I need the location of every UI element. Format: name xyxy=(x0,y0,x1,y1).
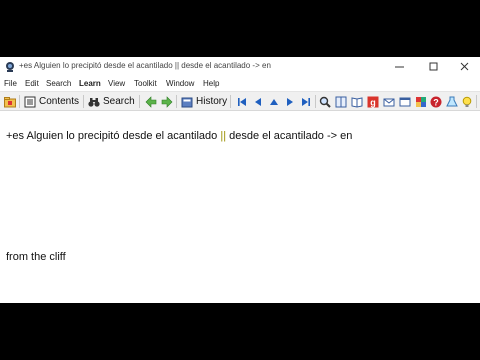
window-title: +es Alguien lo precipitó desde el acanti… xyxy=(19,61,271,70)
window-icon[interactable] xyxy=(399,96,411,108)
app-window: +es Alguien lo precipitó desde el acanti… xyxy=(0,57,480,303)
contents-button[interactable]: Contents xyxy=(24,94,79,109)
back-arrow-icon[interactable] xyxy=(145,96,157,108)
mail-icon[interactable] xyxy=(383,96,395,108)
menu-help[interactable]: Help xyxy=(203,79,219,88)
flask-icon[interactable] xyxy=(446,96,458,108)
menu-file[interactable]: File xyxy=(4,79,17,88)
menu-bar: File Edit Search Learn View Toolkit Wind… xyxy=(0,77,480,91)
app-logo-icon xyxy=(6,62,14,72)
menu-learn[interactable]: Learn xyxy=(79,79,101,88)
source-phrase: desde el acantilado -> en xyxy=(226,130,353,142)
menu-search[interactable]: Search xyxy=(46,79,71,88)
first-page-icon[interactable] xyxy=(236,96,248,108)
contents-label: Contents xyxy=(39,96,80,107)
binoculars-icon xyxy=(88,97,100,107)
maximize-icon xyxy=(429,62,438,71)
menu-toolkit[interactable]: Toolkit xyxy=(134,79,157,88)
history-label: History xyxy=(196,96,228,107)
toolbar-separator xyxy=(19,95,20,108)
svg-text:?: ? xyxy=(433,98,439,108)
up-icon[interactable] xyxy=(268,96,280,108)
source-text: +es Alguien lo precipitó desde el acanti… xyxy=(6,130,221,142)
close-button[interactable] xyxy=(448,57,480,77)
translation-text: from the cliff xyxy=(6,251,66,263)
lightbulb-icon[interactable] xyxy=(461,96,473,108)
help-icon[interactable]: ? xyxy=(430,96,442,108)
toolbar-separator xyxy=(139,95,140,108)
magnifier-icon[interactable] xyxy=(319,96,331,108)
open-folder-icon[interactable] xyxy=(4,96,16,108)
minimize-icon xyxy=(395,66,404,68)
toolbar-separator xyxy=(83,95,84,108)
toolbar: Contents Search History g ? xyxy=(0,91,480,111)
search-label: Search xyxy=(103,96,135,107)
contents-icon xyxy=(24,96,36,107)
close-icon xyxy=(460,62,469,71)
history-button[interactable]: History xyxy=(181,94,227,109)
search-button[interactable]: Search xyxy=(88,94,135,109)
svg-text:g: g xyxy=(370,98,376,108)
menu-window[interactable]: Window xyxy=(166,79,194,88)
history-icon xyxy=(181,97,193,107)
last-page-icon[interactable] xyxy=(300,96,312,108)
google-icon[interactable]: g xyxy=(367,96,379,108)
next-icon[interactable] xyxy=(284,96,296,108)
title-bar: +es Alguien lo precipitó desde el acanti… xyxy=(0,57,480,77)
menu-view[interactable]: View xyxy=(108,79,125,88)
source-sentence: +es Alguien lo precipitó desde el acanti… xyxy=(6,130,352,142)
forward-arrow-icon[interactable] xyxy=(161,96,173,108)
toolbar-separator xyxy=(315,95,316,108)
menu-edit[interactable]: Edit xyxy=(25,79,39,88)
maximize-button[interactable] xyxy=(417,57,451,77)
toolbar-separator xyxy=(230,95,231,108)
parallel-text-icon[interactable] xyxy=(335,96,347,108)
toolbar-separator xyxy=(176,95,177,108)
book-icon[interactable] xyxy=(351,96,363,108)
previous-icon[interactable] xyxy=(252,96,264,108)
toolbar-separator xyxy=(476,95,477,108)
colors-icon[interactable] xyxy=(415,96,427,108)
minimize-button[interactable] xyxy=(383,57,417,77)
